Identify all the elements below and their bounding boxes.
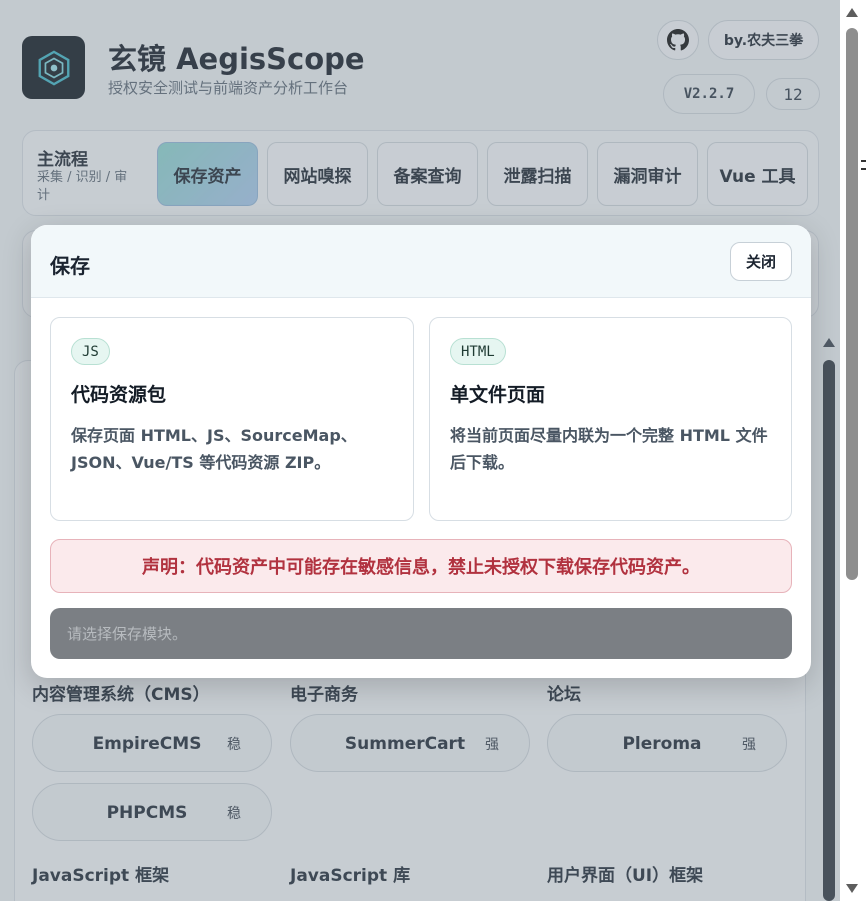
- disclaimer-notice: 声明：代码资产中可能存在敏感信息，禁止未授权下载保存代码资产。: [50, 539, 792, 593]
- scroll-up-arrow-icon[interactable]: [846, 8, 858, 17]
- card-title: 单文件页面: [450, 384, 546, 406]
- save-option-code-bundle[interactable]: JS 代码资源包 保存页面 HTML、JS、SourceMap、JSON、Vue…: [50, 317, 414, 521]
- save-modal: 保存 关闭 JS 代码资源包 保存页面 HTML、JS、SourceMap、JS…: [31, 225, 811, 678]
- modal-title: 保存: [50, 254, 90, 278]
- modal-header: 保存 关闭: [31, 225, 811, 298]
- status-message: 请选择保存模块。: [50, 608, 792, 659]
- card-description: 将当前页面尽量内联为一个完整 HTML 文件后下载。: [450, 426, 768, 472]
- edge-marker: [861, 160, 866, 162]
- close-button[interactable]: 关闭: [730, 242, 792, 281]
- card-badge: HTML: [450, 338, 506, 365]
- save-option-single-page[interactable]: HTML 单文件页面 将当前页面尽量内联为一个完整 HTML 文件后下载。: [429, 317, 792, 521]
- edge-marker: [861, 168, 866, 170]
- card-title: 代码资源包: [71, 384, 167, 406]
- scroll-down-arrow-icon[interactable]: [846, 884, 858, 893]
- scroll-thumb[interactable]: [846, 28, 858, 580]
- card-description: 保存页面 HTML、JS、SourceMap、JSON、Vue/TS 等代码资源…: [71, 426, 357, 472]
- page-scrollbar[interactable]: [840, 0, 866, 901]
- card-badge: JS: [71, 338, 110, 365]
